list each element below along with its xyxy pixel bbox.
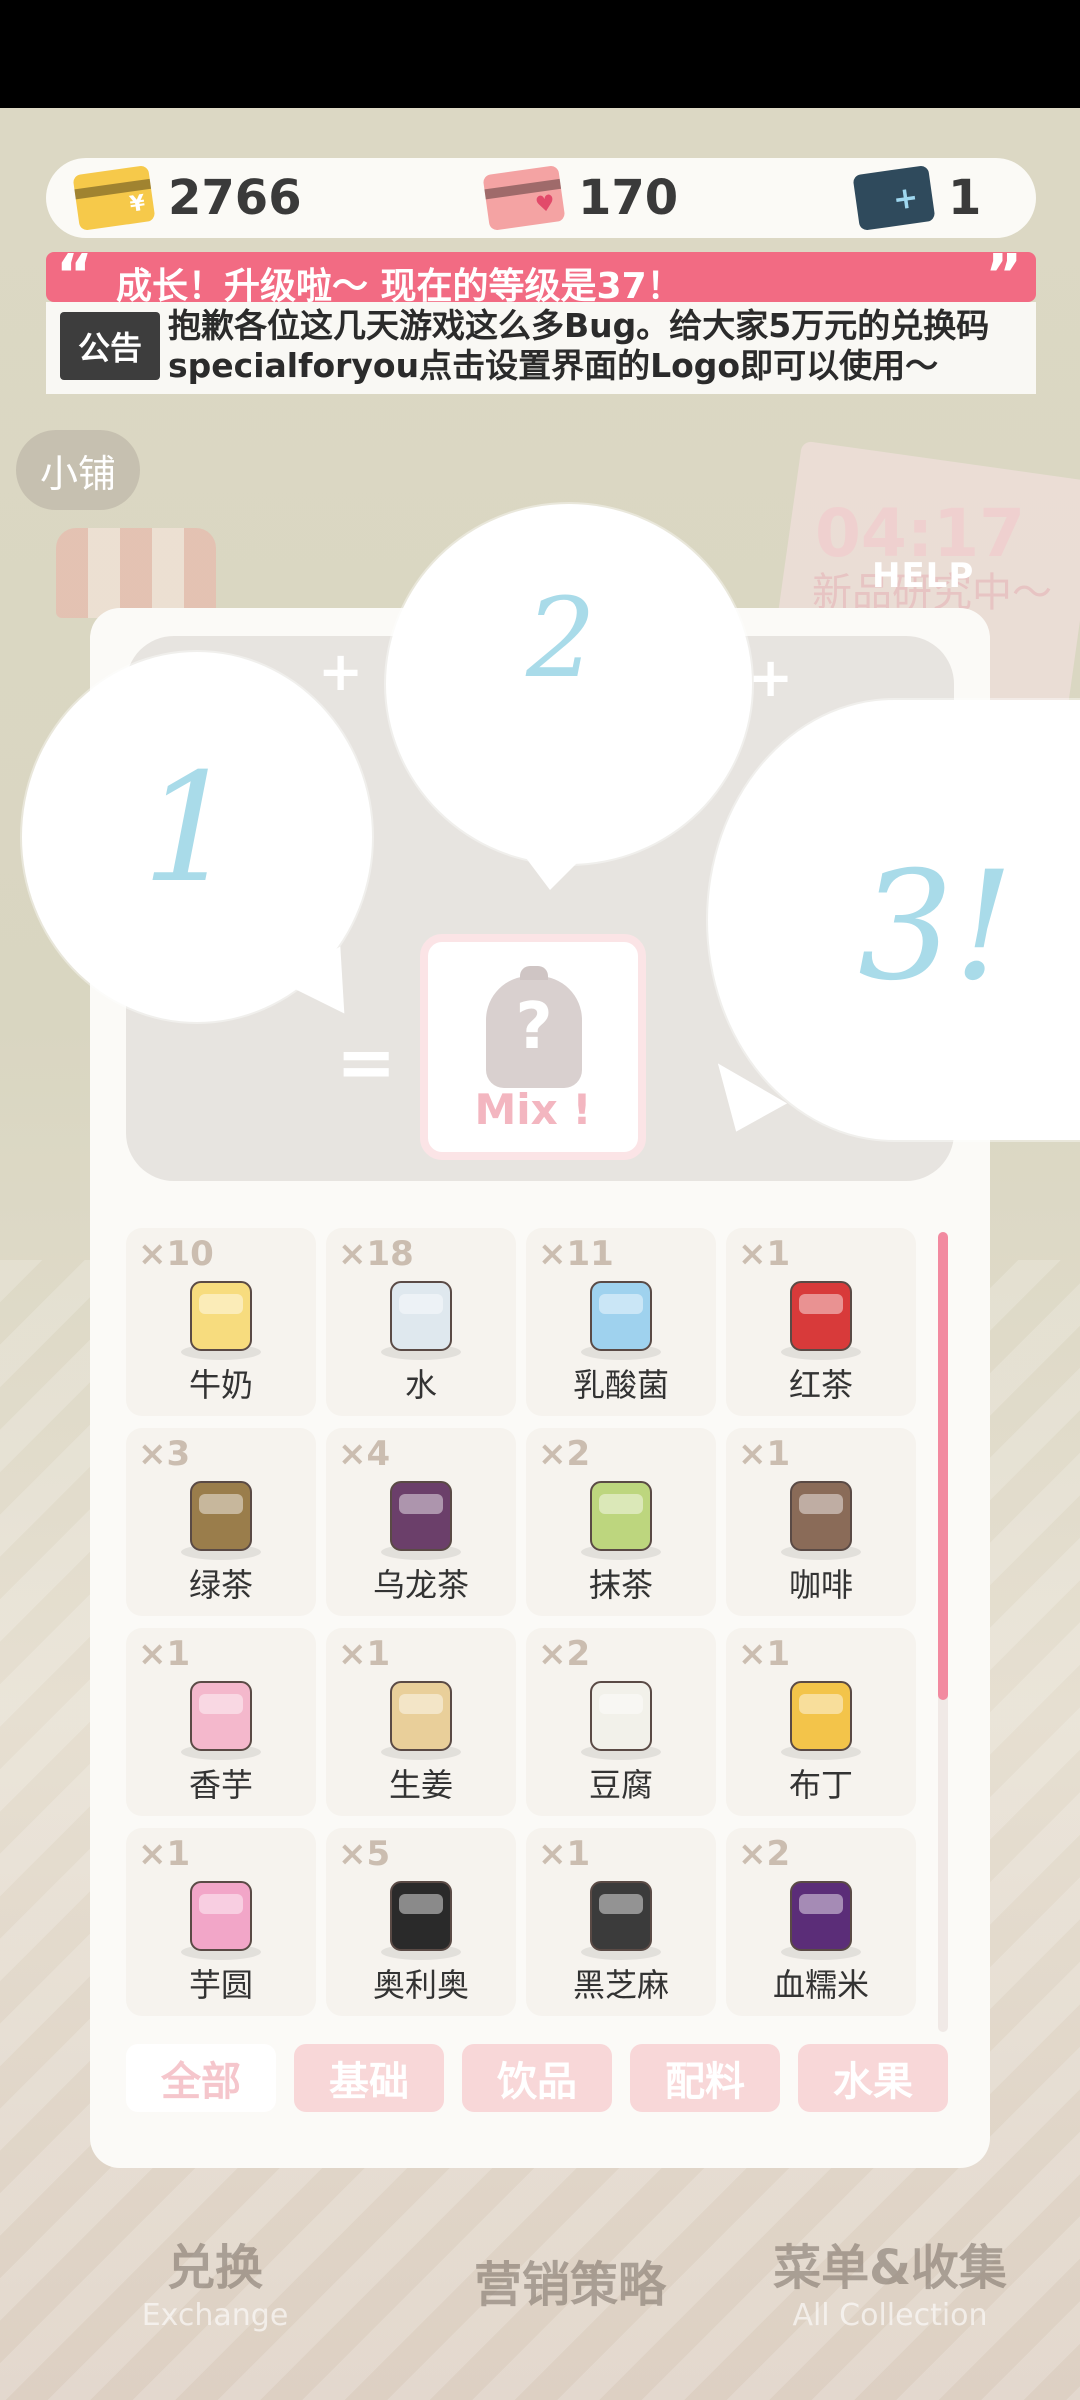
- tab-category[interactable]: 饮品: [462, 2044, 612, 2112]
- nav-menu-collection[interactable]: 菜单&收集 All Collection: [740, 2220, 1040, 2340]
- scrollbar-thumb[interactable]: [938, 1232, 948, 1700]
- currency-bar: ¥ 2766 ♥ 170 + 1: [46, 158, 1036, 238]
- water-glass-icon: [366, 1264, 476, 1368]
- black-sesame-icon: [566, 1864, 676, 1968]
- ingredient-item[interactable]: ×2 抹茶: [526, 1428, 716, 1616]
- mix-label: Mix !: [474, 1085, 592, 1134]
- ingredient-item[interactable]: ×11 乳酸菌: [526, 1228, 716, 1416]
- tab-category[interactable]: 全部: [126, 2044, 276, 2112]
- plus-icon: +: [748, 646, 794, 709]
- ingredient-item[interactable]: ×18 水: [326, 1228, 516, 1416]
- coffee-bag-icon: [766, 1464, 876, 1568]
- taro-icon: [166, 1664, 276, 1768]
- status-bar: [0, 0, 1080, 108]
- currency-coins[interactable]: ¥ 2766: [72, 158, 302, 238]
- yogurt-drink-icon: [566, 1264, 676, 1368]
- slot-1-number: 1: [142, 742, 238, 916]
- ingredient-name: 咖啡: [788, 1566, 853, 1604]
- milk-carton-icon: [166, 1264, 276, 1368]
- tab-category[interactable]: 水果: [798, 2044, 948, 2112]
- cup-lid-icon: [520, 966, 548, 980]
- ingredient-item[interactable]: ×3 绿茶: [126, 1428, 316, 1616]
- slot-2-number: 2: [526, 574, 596, 702]
- ingredient-item[interactable]: ×1 生姜: [326, 1628, 516, 1816]
- ginger-icon: [366, 1664, 476, 1768]
- ingredient-item[interactable]: ×4 乌龙茶: [326, 1428, 516, 1616]
- ingredient-name: 血糯米: [772, 1966, 869, 2004]
- tickets-value: 1: [948, 170, 982, 226]
- gold-card-icon: ¥: [72, 164, 156, 232]
- quote-close-icon: ”: [985, 243, 1022, 308]
- hearts-value: 170: [578, 170, 679, 226]
- ingredient-item[interactable]: ×1 红茶: [726, 1228, 916, 1416]
- pudding-icon: [766, 1664, 876, 1768]
- ingredient-name: 芋圆: [188, 1966, 253, 2004]
- ingredient-item[interactable]: ×1 黑芝麻: [526, 1828, 716, 2016]
- help-button[interactable]: HELP: [872, 556, 974, 596]
- oreo-icon: [366, 1864, 476, 1968]
- black-rice-icon: [766, 1864, 876, 1968]
- ingredient-name: 黑芝麻: [572, 1966, 669, 2004]
- level-up-banner: “ 成长！升级啦〜 现在的等级是37！ ”: [46, 248, 1036, 307]
- ingredient-name: 豆腐: [588, 1766, 653, 1804]
- coins-value: 2766: [168, 170, 302, 226]
- ingredient-slot-2[interactable]: 2: [386, 504, 752, 864]
- nav-menu-sub: All Collection: [792, 2297, 988, 2333]
- heart-card-icon: ♥: [482, 164, 566, 232]
- ingredient-item[interactable]: ×1 咖啡: [726, 1428, 916, 1616]
- notice-text: 抱歉各位这几天游戏这么多Bug。给大家5万元的兑换码specialforyou点…: [168, 306, 990, 385]
- mystery-cup-icon: ?: [486, 976, 582, 1088]
- ingredient-name: 乳酸菌: [572, 1366, 669, 1404]
- equals-icon: =: [336, 1020, 397, 1104]
- ingredient-name: 绿茶: [188, 1566, 253, 1604]
- ingredient-name: 抹茶: [588, 1566, 653, 1604]
- ingredient-item[interactable]: ×5 奥利奥: [326, 1828, 516, 2016]
- ingredient-item[interactable]: ×1 香芋: [126, 1628, 316, 1816]
- nav-exchange-label: 兑换: [166, 2239, 263, 2296]
- tab-category[interactable]: 基础: [294, 2044, 444, 2112]
- ingredient-item[interactable]: ×1 布丁: [726, 1628, 916, 1816]
- notice-tag: 公告: [60, 312, 160, 380]
- nav-menu-label: 菜单&收集: [773, 2239, 1007, 2296]
- ingredient-slot-3[interactable]: 3!: [708, 700, 1080, 1140]
- blue-ticket-icon: +: [852, 164, 936, 232]
- ingredient-item[interactable]: ×10 牛奶: [126, 1228, 316, 1416]
- currency-tickets[interactable]: + 1: [852, 158, 982, 238]
- ingredient-item[interactable]: ×2 豆腐: [526, 1628, 716, 1816]
- mix-button[interactable]: ? Mix !: [420, 934, 646, 1160]
- nav-marketing[interactable]: 营销策略: [450, 2220, 690, 2340]
- category-tabs: 全部 基础 饮品 配料 水果: [126, 2044, 950, 2112]
- ingredient-name: 生姜: [388, 1766, 453, 1804]
- nav-exchange-sub: Exchange: [141, 2297, 289, 2333]
- shop-awning: [56, 528, 216, 618]
- ingredient-name: 红茶: [788, 1366, 853, 1404]
- slot-3-number: 3!: [858, 840, 1014, 1014]
- ingredient-name: 香芋: [188, 1766, 253, 1804]
- black-tea-icon: [766, 1264, 876, 1368]
- plus-icon: +: [318, 640, 364, 703]
- bubble-tail: [520, 850, 590, 890]
- quote-open-icon: “: [56, 243, 93, 308]
- ingredient-name: 奥利奥: [372, 1966, 469, 2004]
- ingredient-item[interactable]: ×1 芋圆: [126, 1828, 316, 2016]
- ingredient-item[interactable]: ×2 血糯米: [726, 1828, 916, 2016]
- green-tea-icon: [166, 1464, 276, 1568]
- currency-hearts[interactable]: ♥ 170: [482, 158, 679, 238]
- ingredient-name: 牛奶: [188, 1366, 253, 1404]
- nav-marketing-label: 营销策略: [473, 2257, 666, 2313]
- ingredient-name: 布丁: [788, 1766, 853, 1804]
- nav-exchange[interactable]: 兑换 Exchange: [80, 2220, 350, 2340]
- tofu-icon: [566, 1664, 676, 1768]
- matcha-icon: [566, 1464, 676, 1568]
- ingredient-name: 乌龙茶: [372, 1566, 469, 1604]
- shop-label[interactable]: 小铺: [16, 430, 140, 510]
- tab-category[interactable]: 配料: [630, 2044, 780, 2112]
- oolong-tea-icon: [366, 1464, 476, 1568]
- ingredient-name: 水: [404, 1366, 437, 1404]
- notice-bar: 公告 抱歉各位这几天游戏这么多Bug。给大家5万元的兑换码specialfory…: [46, 302, 1036, 394]
- taro-ball-icon: [166, 1864, 276, 1968]
